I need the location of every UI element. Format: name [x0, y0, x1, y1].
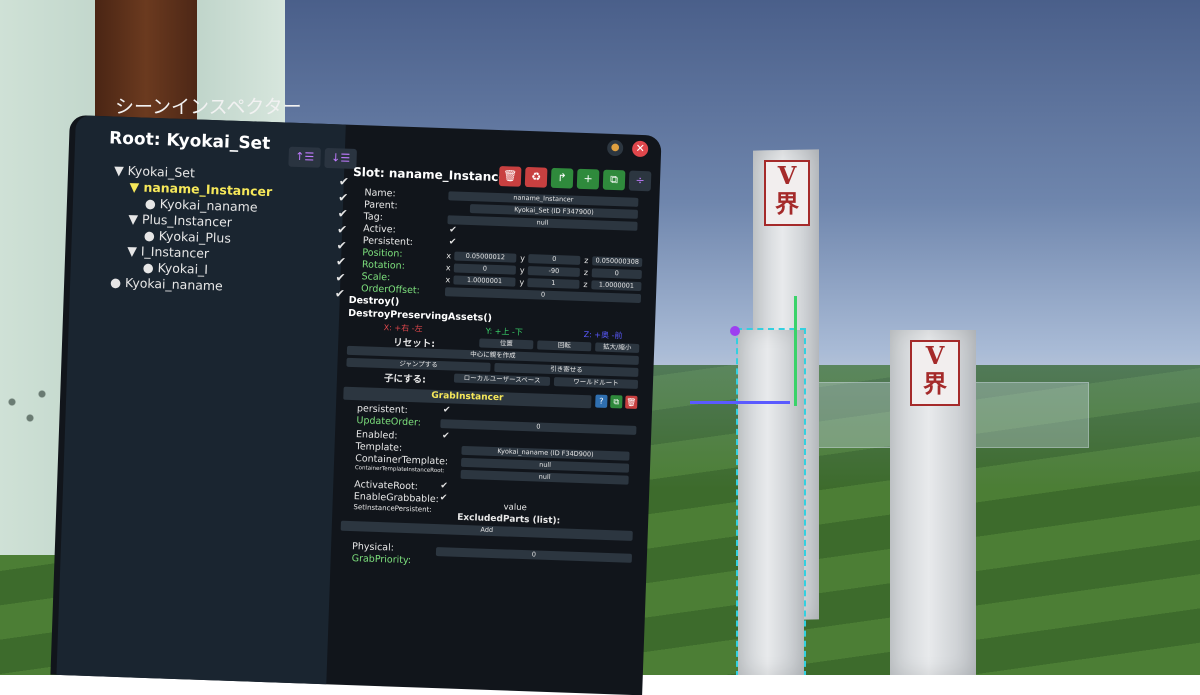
remove-component-icon[interactable]: 🗑 [625, 395, 638, 409]
tree-item-i-instancer[interactable]: ▼ I_Instancer [127, 243, 209, 261]
grab-priority-label: GrabPriority: [351, 553, 412, 567]
position-y[interactable]: 0 [528, 254, 581, 265]
enabled-checkbox[interactable]: ✔ [442, 431, 450, 441]
activate-root-checkbox[interactable]: ✔ [440, 481, 448, 491]
rotation-y[interactable]: -90 [527, 266, 580, 277]
scene-inspector-panel: Root: Kyokai_Set ↑☰ ↓☰ ▼ Kyokai_Set ▼ na… [50, 115, 662, 695]
parent-label: Parent: [363, 199, 398, 212]
scale-z[interactable]: 1.0000001 [591, 280, 642, 292]
move-up-button[interactable]: ↑☰ [288, 146, 322, 168]
boundary-sign-left: V界 [764, 160, 810, 226]
x-hint: X: +右 -左 [383, 323, 423, 334]
grab-priority-field[interactable]: 0 [435, 547, 633, 563]
boundary-sign-right: V界 [910, 340, 960, 406]
container-template-instance-root-field[interactable]: null [460, 469, 629, 485]
axis-x: x [445, 263, 451, 273]
active-check[interactable]: ✔ [336, 254, 347, 268]
panel-title: シーンインスペクター [115, 96, 302, 118]
active-checkbox[interactable]: ✔ [449, 225, 457, 235]
help-icon[interactable]: ? [595, 394, 608, 408]
rotation-x[interactable]: 0 [453, 263, 517, 275]
axis-z: z [584, 256, 589, 266]
persistent-label: Persistent: [362, 235, 414, 249]
axis-y: y [520, 253, 526, 263]
root-label: Root: Kyokai_Set [108, 128, 271, 155]
jump-button[interactable]: ジャンプする [346, 357, 491, 372]
close-icon[interactable]: ✕ [631, 140, 649, 158]
persistent-field-label: persistent: [356, 403, 408, 416]
axis-z: z [583, 268, 589, 278]
destroy-button[interactable]: Destroy() [349, 295, 400, 308]
tree-item-kyokai-plus[interactable]: ● Kyokai_Plus [144, 228, 232, 246]
persistent-checkbox[interactable]: ✔ [449, 237, 457, 247]
delete-icon[interactable]: 🗑 [498, 166, 522, 187]
active-check[interactable]: ✔ [338, 190, 349, 204]
axis-z: z [583, 280, 588, 290]
make-child-label: 子にする: [383, 373, 427, 386]
add-child-icon[interactable]: + [576, 168, 600, 190]
pin-icon[interactable]: ● [606, 139, 624, 157]
scale-y[interactable]: 1 [527, 278, 580, 289]
name-label: Name: [364, 187, 396, 200]
active-check[interactable]: ✔ [335, 270, 346, 284]
update-order-label: UpdateOrder: [356, 415, 422, 429]
axis-y: y [519, 277, 525, 287]
scale-x[interactable]: 1.0000001 [453, 275, 516, 287]
wall-pattern [0, 370, 60, 450]
persistent-field-checkbox[interactable]: ✔ [443, 405, 451, 415]
position-x[interactable]: 0.05000012 [454, 251, 517, 263]
active-check[interactable]: ✔ [337, 206, 348, 220]
active-check[interactable]: ✔ [337, 222, 348, 236]
orderoffset-label: OrderOffset: [360, 283, 421, 297]
rotation-z[interactable]: 0 [591, 268, 642, 280]
slot-title: Slot: naname_Instancer [352, 164, 513, 185]
y-hint: Y: +上 -下 [485, 326, 524, 337]
active-check[interactable]: ✔ [339, 174, 350, 188]
local-user-space-button[interactable]: ローカルユーザースペース [453, 373, 551, 386]
axis-x: x [446, 251, 452, 261]
gizmo-x-axis[interactable] [690, 401, 790, 404]
slot-inspector: Slot: naname_Instancer 🗑 ♻ ↱ + ⧉ ÷ ● ✕ N… [333, 125, 652, 695]
position-label: Position: [362, 247, 403, 260]
set-instance-persistent-label: SetInstancePersistent: [353, 503, 432, 514]
duplicate-component-icon[interactable]: ⧉ [610, 395, 623, 409]
axis-x: x [445, 275, 451, 285]
split-icon[interactable]: ÷ [628, 170, 652, 192]
tree-item-kyokai-naname-root[interactable]: ● Kyokai_naname [110, 275, 223, 294]
world-root-button[interactable]: ワールドルート [553, 377, 639, 389]
position-z[interactable]: 0.050000308 [592, 256, 643, 268]
axis-y: y [519, 265, 525, 275]
hierarchy-tree: Root: Kyokai_Set ↑☰ ↓☰ ▼ Kyokai_Set ▼ na… [56, 115, 357, 685]
duplicate-icon[interactable]: ⧉ [602, 169, 626, 191]
active-label: Active: [363, 223, 396, 236]
value-label: value [503, 502, 527, 514]
update-order-field[interactable]: 0 [440, 419, 637, 435]
scale-label: Scale: [361, 271, 391, 284]
template-label: Template: [355, 441, 403, 454]
enabled-label: Enabled: [355, 429, 398, 442]
reset-scale-button[interactable]: 拡大/縮小 [595, 342, 640, 354]
gizmo-y-axis[interactable] [794, 296, 797, 406]
active-check[interactable]: ✔ [335, 286, 346, 300]
reset-rotation-button[interactable]: 回転 [537, 340, 592, 352]
enable-grabbable-checkbox[interactable]: ✔ [440, 493, 448, 503]
rotation-label: Rotation: [361, 259, 406, 272]
reparent-up-icon[interactable]: ↱ [550, 167, 574, 189]
recycle-icon[interactable]: ♻ [524, 166, 548, 188]
tag-label: Tag: [363, 211, 384, 223]
gizmo-handle[interactable] [730, 326, 740, 336]
active-check[interactable]: ✔ [336, 238, 347, 252]
tree-item-kyokai-i[interactable]: ● Kyokai_I [142, 260, 208, 277]
physical-label: Physical: [351, 541, 395, 554]
z-hint: Z: +奥 -前 [583, 330, 623, 341]
destroy-preserving-button[interactable]: DestroyPreservingAssets() [348, 308, 492, 324]
reset-position-button[interactable]: 位置 [479, 338, 534, 350]
activate-root-label: ActivateRoot: [354, 479, 419, 493]
tree-item-kyokai-set[interactable]: ▼ Kyokai_Set [114, 163, 195, 181]
